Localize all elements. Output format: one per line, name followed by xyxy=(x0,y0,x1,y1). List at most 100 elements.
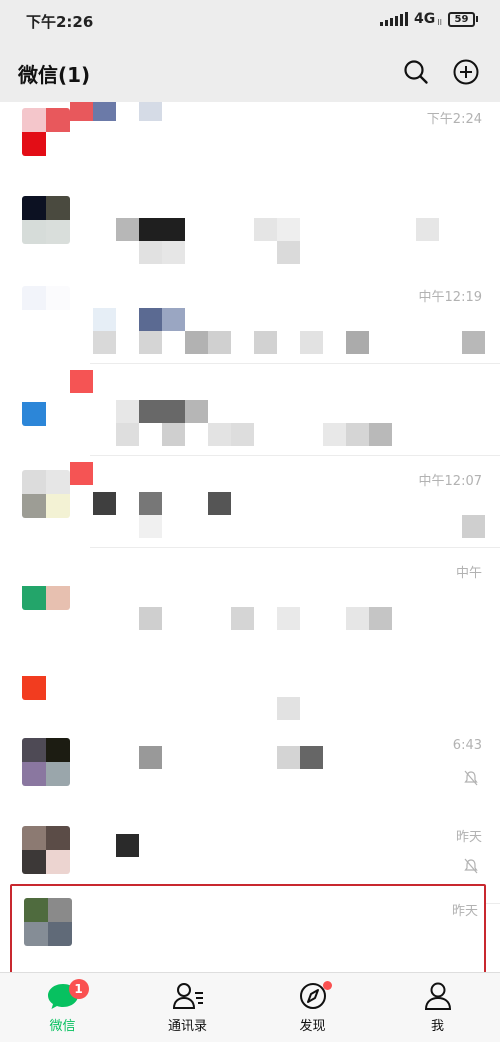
censored-block xyxy=(116,218,139,241)
tab-contacts[interactable]: 通讯录 xyxy=(125,973,250,1042)
censored-block xyxy=(116,423,139,446)
censored-block xyxy=(462,515,485,538)
censored-block xyxy=(139,746,162,769)
tab-chats[interactable]: 1 微信 xyxy=(0,973,125,1042)
page-title: 微信(1) xyxy=(18,63,91,87)
censored-block xyxy=(116,834,139,857)
censored-block xyxy=(162,400,185,423)
censored-block xyxy=(416,218,439,241)
tab-discover[interactable]: 发现 xyxy=(250,973,375,1042)
network-sub: II xyxy=(437,17,442,27)
avatar xyxy=(22,470,70,518)
censored-block xyxy=(277,607,300,630)
censored-block xyxy=(139,102,162,121)
tab-label: 发现 xyxy=(299,1019,326,1034)
chat-row[interactable]: 中午12:07 xyxy=(0,456,500,548)
censored-block xyxy=(462,331,485,354)
avatar xyxy=(22,286,70,334)
censored-block xyxy=(162,241,185,264)
chat-time: 中午 xyxy=(455,566,482,581)
chat-time: 中午12:07 xyxy=(418,474,482,489)
add-circle-icon[interactable] xyxy=(452,58,480,86)
censored-block xyxy=(139,308,162,331)
censored-block xyxy=(254,218,277,241)
chat-row[interactable] xyxy=(0,364,500,456)
censored-block xyxy=(162,218,185,241)
censored-block xyxy=(300,746,323,769)
status-bar: 下午2:26 4G II 59 xyxy=(0,0,500,42)
avatar xyxy=(22,738,70,786)
censored-block xyxy=(93,492,116,515)
chat-time: 昨天 xyxy=(455,830,482,845)
chat-list[interactable]: 下午2:24 中午12:19 中午12:07 中午 6:43 昨天 昨天 xyxy=(0,102,500,972)
censored-block xyxy=(139,218,162,241)
chat-row[interactable]: 昨天 xyxy=(10,884,486,972)
censored-block xyxy=(369,607,392,630)
contacts-icon xyxy=(172,983,203,1009)
signal-icon xyxy=(380,12,409,26)
tab-me[interactable]: 我 xyxy=(375,973,500,1042)
tab-label: 我 xyxy=(430,1019,444,1034)
chat-row[interactable]: 中午 xyxy=(0,548,500,640)
censored-block xyxy=(70,370,93,393)
censored-block xyxy=(346,607,369,630)
mute-bell-icon xyxy=(464,770,478,786)
tab-bar: 1 微信 通讯录 发现 我 xyxy=(0,972,500,1042)
avatar xyxy=(22,108,70,156)
censored-block xyxy=(254,331,277,354)
avatar xyxy=(22,826,70,874)
avatar xyxy=(24,898,72,946)
chat-time: 中午12:19 xyxy=(418,290,482,305)
censored-block xyxy=(70,102,93,121)
censored-block xyxy=(139,331,162,354)
censored-block xyxy=(93,308,116,331)
search-icon[interactable] xyxy=(402,58,430,86)
battery-level: 59 xyxy=(448,11,475,27)
censored-block xyxy=(277,218,300,241)
censored-block xyxy=(93,331,116,354)
censored-block xyxy=(231,423,254,446)
status-time: 下午2:26 xyxy=(26,13,94,31)
censored-block xyxy=(323,423,346,446)
censored-block xyxy=(300,331,323,354)
mute-bell-icon xyxy=(464,858,478,874)
chat-row[interactable] xyxy=(0,182,500,274)
censored-block xyxy=(139,515,162,538)
avatar xyxy=(22,652,70,700)
censored-block xyxy=(70,462,93,485)
censored-block xyxy=(139,241,162,264)
battery-icon: 59 xyxy=(448,11,478,27)
avatar xyxy=(22,562,70,610)
chat-row[interactable]: 下午2:24 xyxy=(0,102,500,186)
censored-block xyxy=(93,102,116,121)
chat-row[interactable]: 中午12:19 xyxy=(0,272,500,364)
censored-block xyxy=(139,607,162,630)
censored-block xyxy=(185,400,208,423)
censored-block xyxy=(208,331,231,354)
censored-block xyxy=(116,400,139,423)
censored-block xyxy=(139,400,162,423)
censored-block xyxy=(369,423,392,446)
status-indicators: 4G II 59 xyxy=(380,11,478,27)
network-type: 4G xyxy=(414,11,436,27)
censored-block xyxy=(208,492,231,515)
censored-block xyxy=(139,492,162,515)
person-icon xyxy=(424,982,451,1010)
censored-block xyxy=(346,423,369,446)
unread-badge: 1 xyxy=(68,979,89,999)
censored-block xyxy=(346,331,369,354)
chat-row[interactable] xyxy=(0,638,500,730)
header: 微信(1) xyxy=(0,42,500,102)
tab-label: 通讯录 xyxy=(167,1019,207,1034)
chat-time: 下午2:24 xyxy=(426,112,482,127)
avatar xyxy=(22,378,70,426)
censored-block xyxy=(277,697,300,720)
censored-block xyxy=(277,241,300,264)
censored-block xyxy=(208,423,231,446)
chat-row[interactable]: 6:43 xyxy=(0,724,500,816)
censored-block xyxy=(277,746,300,769)
new-dot xyxy=(322,981,332,990)
avatar xyxy=(22,196,70,244)
chat-time: 昨天 xyxy=(451,904,478,919)
censored-block xyxy=(162,423,185,446)
